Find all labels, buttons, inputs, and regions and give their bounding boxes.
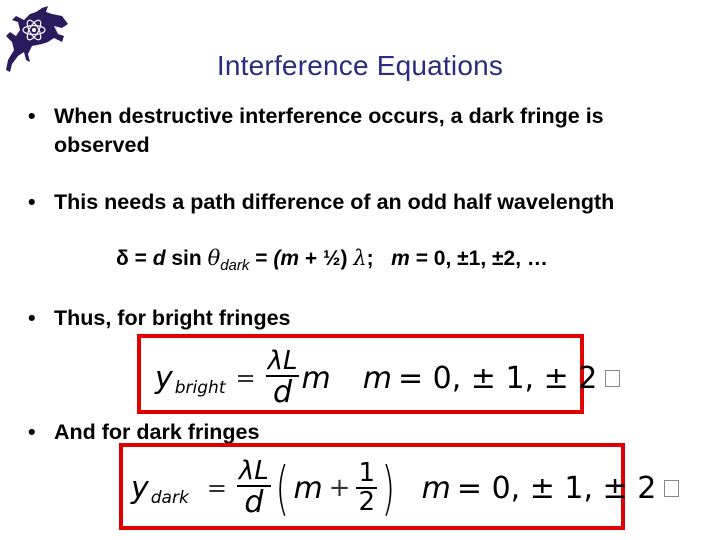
fraction-lambda-l-over-d: λL d bbox=[265, 345, 300, 410]
bullet-text: When destructive interference occurs, a … bbox=[54, 104, 604, 157]
delta-symbol: δ bbox=[116, 247, 129, 270]
bullet-marker: • bbox=[28, 104, 36, 128]
denominator: d bbox=[244, 484, 264, 520]
plus-sign: + bbox=[328, 473, 351, 503]
equals-sign: = bbox=[206, 474, 227, 502]
numerator: λL bbox=[265, 345, 300, 377]
path-difference-equation: δ = d sin θdark = (m + ½) λ; m = 0, ±1, … bbox=[116, 246, 548, 274]
var-m: m bbox=[293, 470, 323, 506]
var-m: m bbox=[421, 470, 451, 506]
equals-sign: = bbox=[235, 364, 256, 392]
bright-equation: y bright = λL d m m = 0, ± 1, ± 2 bbox=[155, 342, 621, 414]
m-values: = 0, ±1, ±2, … bbox=[415, 247, 548, 270]
fraction-one-half: 1 2 bbox=[356, 457, 378, 517]
missing-glyph-box bbox=[664, 479, 680, 497]
bullet-bright: • Thus, for bright fringes bbox=[28, 304, 528, 333]
theta-symbol: θ bbox=[207, 246, 221, 270]
equals-sign: = bbox=[255, 247, 268, 270]
bullet-marker: • bbox=[28, 190, 36, 214]
bullet-path-difference: • This needs a path difference of an odd… bbox=[28, 188, 708, 217]
bright-equation-box: y bright = λL d m m = 0, ± 1, ± 2 bbox=[137, 334, 621, 414]
m-values: = 0, ± 1, ± 2 bbox=[456, 470, 657, 506]
denominator: 2 bbox=[358, 487, 376, 517]
numerator: 1 bbox=[356, 457, 378, 489]
bullet-text: This needs a path difference of an odd h… bbox=[54, 190, 615, 214]
dark-equation: y dark = λL d ( m + 1 2 ) m = 0, ± 1, ± … bbox=[131, 449, 680, 527]
var-m: m bbox=[301, 360, 331, 396]
bullet-destructive: • When destructive interference occurs, … bbox=[28, 102, 688, 160]
dark-equation-box: y dark = λL d ( m + 1 2 ) m = 0, ± 1, ± … bbox=[119, 443, 680, 530]
var-y: y bbox=[131, 470, 149, 506]
var-m: m bbox=[280, 247, 300, 270]
var-m: m bbox=[391, 247, 410, 270]
bullet-marker: • bbox=[28, 306, 36, 330]
right-paren: ) bbox=[381, 454, 396, 522]
var-m: m bbox=[362, 360, 392, 396]
numerator: λL bbox=[236, 455, 271, 487]
denominator: d bbox=[273, 374, 293, 410]
theta-subscript: dark bbox=[220, 257, 250, 274]
bullet-text: Thus, for bright fringes bbox=[54, 306, 291, 330]
m-values: = 0, ± 1, ± 2 bbox=[397, 360, 598, 396]
y-subscript: dark bbox=[150, 488, 189, 508]
y-subscript: bright bbox=[174, 378, 226, 398]
plus-half: + ½) bbox=[304, 247, 348, 270]
slide-title: Interference Equations bbox=[216, 50, 504, 81]
left-paren: ( bbox=[275, 454, 289, 522]
lambda-symbol: λ bbox=[353, 246, 367, 270]
semicolon: ; bbox=[366, 247, 374, 270]
missing-glyph-box bbox=[605, 369, 621, 387]
fraction-lambda-l-over-d: λL d bbox=[236, 455, 271, 520]
var-y: y bbox=[155, 360, 173, 396]
equals-sign: = bbox=[134, 247, 147, 270]
sin-function: sin bbox=[171, 247, 202, 270]
var-d: d bbox=[152, 247, 166, 270]
bullet-marker: • bbox=[28, 420, 36, 444]
